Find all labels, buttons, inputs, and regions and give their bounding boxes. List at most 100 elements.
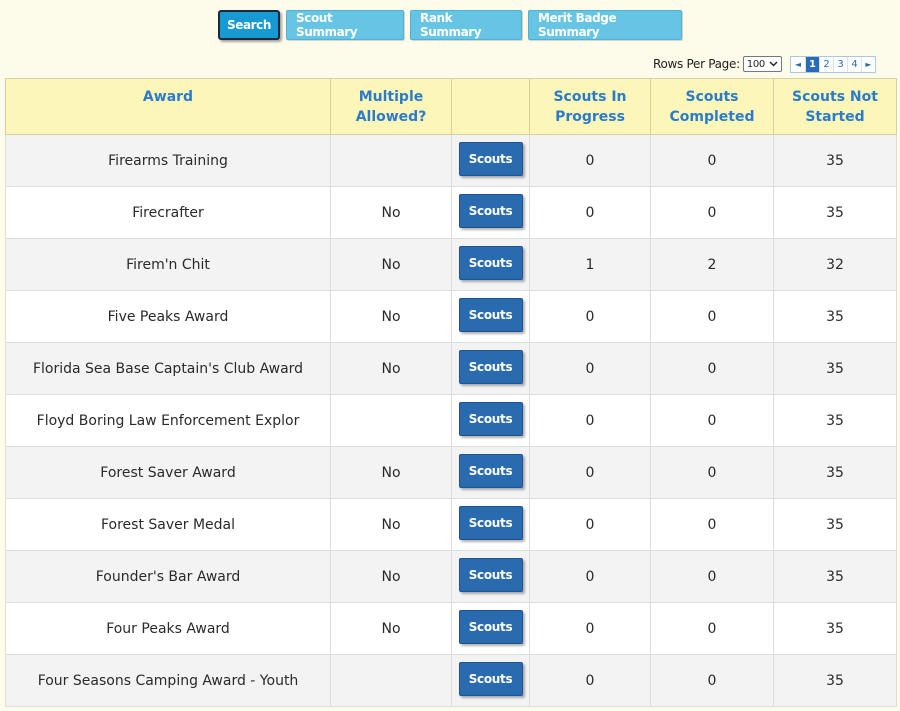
- completed-cell: 0: [650, 342, 774, 395]
- in-progress-cell: 0: [529, 602, 651, 655]
- multiple-allowed-cell: No: [330, 186, 452, 239]
- table-row: Firem'n Chit No Scouts 1 2 32: [5, 238, 897, 291]
- table-header-row: Award Multiple Allowed? Scouts In Progre…: [5, 78, 897, 135]
- scouts-button[interactable]: Scouts: [458, 661, 523, 696]
- scouts-button[interactable]: Scouts: [458, 193, 523, 228]
- multiple-allowed-cell: No: [330, 602, 452, 655]
- completed-header[interactable]: Scouts Completed: [650, 78, 774, 135]
- in-progress-cell: 0: [529, 550, 651, 603]
- table-row: Firecrafter No Scouts 0 0 35: [5, 186, 897, 239]
- action-header: [451, 78, 530, 135]
- scouts-button[interactable]: Scouts: [458, 609, 523, 644]
- awards-table: Award Multiple Allowed? Scouts In Progre…: [5, 78, 897, 707]
- multiple-allowed-cell: No: [330, 290, 452, 343]
- page-1-link[interactable]: 1: [805, 57, 819, 72]
- not-started-header[interactable]: Scouts Not Started: [773, 78, 897, 135]
- completed-cell: 0: [650, 290, 774, 343]
- rank-summary-button[interactable]: Rank Summary: [410, 10, 522, 40]
- completed-cell: 0: [650, 550, 774, 603]
- completed-cell: 0: [650, 602, 774, 655]
- award-cell: Firearms Training: [5, 134, 331, 187]
- next-page-icon[interactable]: ►: [861, 57, 875, 72]
- action-cell: Scouts: [451, 134, 530, 187]
- rows-per-page: Rows Per Page: 100: [653, 56, 782, 72]
- chevron-down-icon: [769, 61, 778, 67]
- in-progress-header[interactable]: Scouts In Progress: [529, 78, 651, 135]
- award-cell: Firecrafter: [5, 186, 331, 239]
- award-cell: Forest Saver Medal: [5, 498, 331, 551]
- page-3-link[interactable]: 3: [833, 57, 847, 72]
- table-row: Five Peaks Award No Scouts 0 0 35: [5, 290, 897, 343]
- not-started-cell: 32: [773, 238, 897, 291]
- in-progress-cell: 0: [529, 394, 651, 447]
- action-cell: Scouts: [451, 342, 530, 395]
- table-row: Firearms Training Scouts 0 0 35: [5, 134, 897, 187]
- not-started-cell: 35: [773, 186, 897, 239]
- not-started-cell: 35: [773, 654, 897, 707]
- in-progress-cell: 0: [529, 498, 651, 551]
- multiple-allowed-header[interactable]: Multiple Allowed?: [330, 78, 452, 135]
- completed-cell: 0: [650, 654, 774, 707]
- scouts-button[interactable]: Scouts: [458, 505, 523, 540]
- action-cell: Scouts: [451, 394, 530, 447]
- completed-cell: 0: [650, 446, 774, 499]
- in-progress-cell: 0: [529, 654, 651, 707]
- multiple-allowed-cell: No: [330, 342, 452, 395]
- action-cell: Scouts: [451, 186, 530, 239]
- scouts-button[interactable]: Scouts: [458, 141, 523, 176]
- in-progress-cell: 0: [529, 290, 651, 343]
- in-progress-cell: 0: [529, 446, 651, 499]
- scout-summary-button[interactable]: Scout Summary: [286, 10, 404, 40]
- page-2-link[interactable]: 2: [819, 57, 833, 72]
- scouts-button[interactable]: Scouts: [458, 245, 523, 280]
- in-progress-cell: 1: [529, 238, 651, 291]
- multiple-allowed-cell: No: [330, 498, 452, 551]
- not-started-cell: 35: [773, 394, 897, 447]
- scouts-button[interactable]: Scouts: [458, 297, 523, 332]
- completed-cell: 0: [650, 394, 774, 447]
- action-cell: Scouts: [451, 238, 530, 291]
- action-cell: Scouts: [451, 550, 530, 603]
- award-cell: Floyd Boring Law Enforcement Explor: [5, 394, 331, 447]
- table-row: Founder's Bar Award No Scouts 0 0 35: [5, 550, 897, 603]
- page-4-link[interactable]: 4: [847, 57, 861, 72]
- action-cell: Scouts: [451, 290, 530, 343]
- scouts-button[interactable]: Scouts: [458, 557, 523, 592]
- prev-page-icon[interactable]: ◄: [791, 57, 805, 72]
- table-row: Four Peaks Award No Scouts 0 0 35: [5, 602, 897, 655]
- action-cell: Scouts: [451, 602, 530, 655]
- multiple-allowed-cell: No: [330, 238, 452, 291]
- completed-cell: 0: [650, 498, 774, 551]
- award-cell: Founder's Bar Award: [5, 550, 331, 603]
- table-row: Florida Sea Base Captain's Club Award No S…: [5, 342, 897, 395]
- rows-per-page-label: Rows Per Page:: [652, 57, 740, 71]
- multiple-allowed-cell: No: [330, 446, 452, 499]
- toolbar: Search Scout Summary Rank Summary Merit …: [0, 10, 900, 40]
- in-progress-cell: 0: [529, 342, 651, 395]
- action-cell: Scouts: [451, 654, 530, 707]
- not-started-cell: 35: [773, 134, 897, 187]
- merit-badge-summary-button[interactable]: Merit Badge Summary: [528, 10, 682, 40]
- scouts-button[interactable]: Scouts: [458, 349, 523, 384]
- award-cell: Firem'n Chit: [5, 238, 331, 291]
- award-header[interactable]: Award: [5, 78, 331, 135]
- action-cell: Scouts: [451, 498, 530, 551]
- award-cell: Florida Sea Base Captain's Club Award: [5, 342, 331, 395]
- search-button[interactable]: Search: [218, 10, 280, 40]
- scouts-button[interactable]: Scouts: [458, 401, 523, 436]
- table-row: Forest Saver Award No Scouts 0 0 35: [5, 446, 897, 499]
- pagination: ◄ 1 2 3 4 ►: [790, 56, 876, 73]
- multiple-allowed-cell: [330, 654, 452, 707]
- not-started-cell: 35: [773, 498, 897, 551]
- not-started-cell: 35: [773, 342, 897, 395]
- award-cell: Forest Saver Award: [5, 446, 331, 499]
- not-started-cell: 35: [773, 550, 897, 603]
- table-row: Four Seasons Camping Award - Youth Scouts…: [5, 654, 897, 707]
- not-started-cell: 35: [773, 290, 897, 343]
- multiple-allowed-cell: [330, 394, 452, 447]
- rows-per-page-select[interactable]: 100: [742, 56, 782, 72]
- completed-cell: 0: [650, 186, 774, 239]
- completed-cell: 2: [650, 238, 774, 291]
- scouts-button[interactable]: Scouts: [458, 453, 523, 488]
- award-cell: Four Seasons Camping Award - Youth: [5, 654, 331, 707]
